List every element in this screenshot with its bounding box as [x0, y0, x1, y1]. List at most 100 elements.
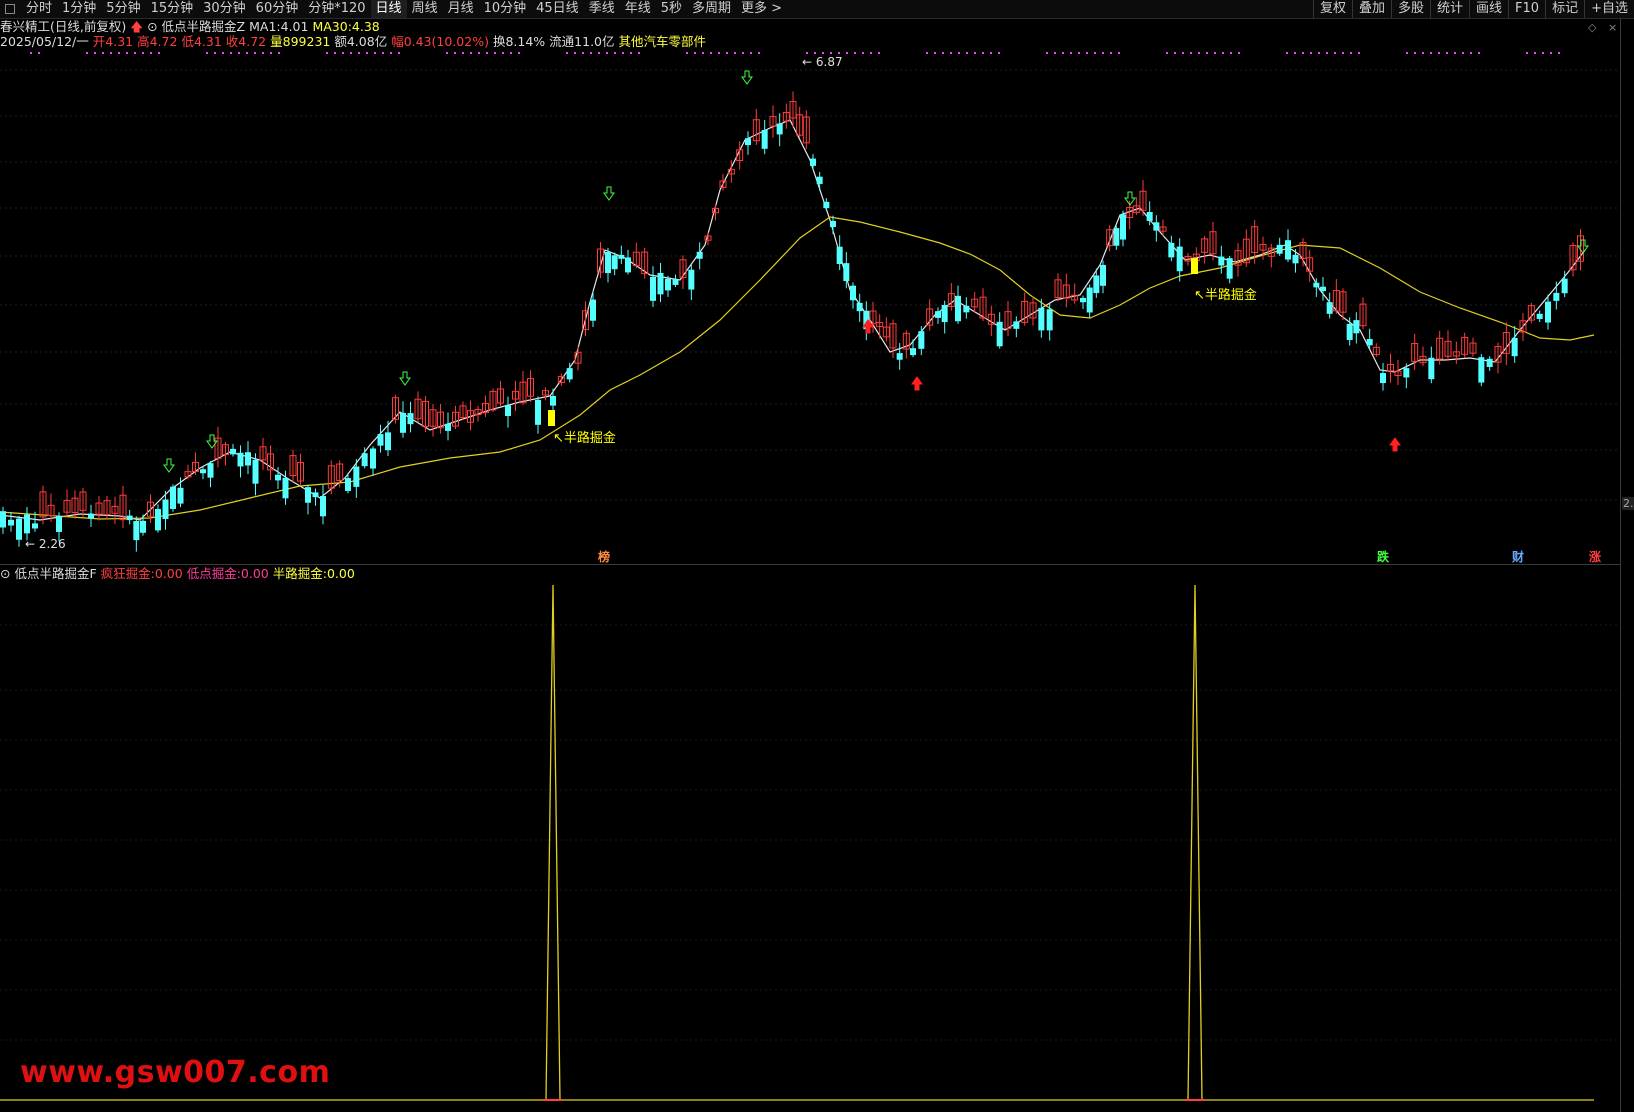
magenta-dot	[638, 52, 640, 54]
candle-down	[177, 487, 184, 504]
crazy-gold-label: 疯狂掘金:	[100, 566, 155, 581]
magenta-dot	[630, 52, 632, 54]
magenta-dot	[374, 52, 376, 54]
magenta-dot	[1462, 52, 1464, 54]
candle-down	[1276, 244, 1283, 254]
magenta-dot	[214, 52, 216, 54]
candle-down	[1285, 240, 1291, 260]
magenta-dot	[606, 52, 608, 54]
candle-down	[941, 305, 948, 323]
magenta-dot	[1238, 52, 1240, 54]
sell-arrow-icon	[741, 70, 753, 85]
magenta-dot	[686, 52, 688, 54]
magenta-dot	[1454, 52, 1456, 54]
candle-down	[8, 519, 14, 526]
magenta-dot	[254, 52, 256, 54]
candle-down	[252, 459, 259, 484]
magenta-dot	[1414, 52, 1416, 54]
magenta-dot	[110, 52, 112, 54]
sub-indicator-name[interactable]: 低点半路掘金F	[14, 566, 96, 581]
candle-down	[823, 201, 830, 209]
magenta-dot	[150, 52, 152, 54]
magenta-dot	[1294, 52, 1296, 54]
candle-down	[1545, 301, 1551, 323]
magenta-dot	[1230, 52, 1232, 54]
kline-chart[interactable]: ← 6.87 ← 2.26 ↖半路掘金 ↖半路掘金榜 跌 财 涨	[0, 0, 1634, 1112]
magenta-dot	[262, 52, 264, 54]
candle-down	[133, 521, 140, 541]
magenta-dot	[350, 52, 352, 54]
candle-down	[566, 368, 573, 380]
candle-down	[650, 276, 656, 301]
candle-down	[88, 513, 94, 519]
magenta-dot	[1182, 52, 1184, 54]
magenta-dot	[366, 52, 368, 54]
magenta-dot	[1438, 52, 1440, 54]
candle-down	[126, 515, 133, 521]
event-marker-1: 跌	[1377, 549, 1390, 564]
magenta-dot	[1478, 52, 1480, 54]
magenta-dot	[718, 52, 720, 54]
candle-down	[1046, 309, 1053, 331]
magenta-dot	[998, 52, 1000, 54]
candle-down	[550, 395, 556, 406]
magenta-dot	[1174, 52, 1176, 54]
magenta-dot	[1166, 52, 1168, 54]
magenta-dot	[1286, 52, 1288, 54]
candle-down	[935, 311, 941, 318]
candle-down	[830, 220, 836, 227]
candle-down	[696, 251, 703, 259]
candle-down	[843, 263, 850, 282]
magenta-dot	[814, 52, 816, 54]
magenta-dot	[878, 52, 880, 54]
candle-down	[320, 496, 326, 517]
candle-down	[1038, 307, 1045, 331]
candle-down	[590, 299, 596, 321]
candle-down	[611, 255, 618, 270]
magenta-dot	[30, 52, 32, 54]
candle-down	[996, 321, 1003, 347]
candle-down	[1313, 282, 1320, 288]
magenta-dot	[710, 52, 712, 54]
magenta-dot	[230, 52, 232, 54]
candle-down	[353, 466, 360, 487]
magenta-dot	[1302, 52, 1304, 54]
candle-down	[761, 129, 768, 149]
magenta-dot	[1422, 52, 1424, 54]
magenta-dot	[470, 52, 472, 54]
candle-down	[56, 515, 62, 532]
magenta-dot	[1206, 52, 1208, 54]
magenta-dot	[582, 52, 584, 54]
candle-down	[605, 251, 611, 274]
candle-down	[618, 254, 625, 259]
candle-down	[856, 302, 863, 312]
magenta-dot	[598, 52, 600, 54]
candle-down	[535, 399, 541, 425]
magenta-dot	[486, 52, 488, 54]
candle-down	[505, 405, 511, 417]
magenta-dot	[990, 52, 992, 54]
magenta-dot	[950, 52, 952, 54]
magenta-dot	[942, 52, 944, 54]
candle-down	[370, 448, 376, 469]
candle-down	[1226, 258, 1233, 279]
candle-down	[305, 487, 311, 503]
magenta-dot	[734, 52, 736, 54]
magenta-dot	[494, 52, 496, 54]
candle-down	[1326, 302, 1333, 314]
magenta-dot	[334, 52, 336, 54]
magenta-dot	[1078, 52, 1080, 54]
candle-down	[1366, 338, 1373, 346]
magenta-dot	[934, 52, 936, 54]
candle-down	[672, 278, 679, 285]
sell-arrow-icon	[603, 186, 615, 201]
low-price-label: ← 2.26	[25, 537, 66, 551]
magenta-dot	[982, 52, 984, 54]
candle-down	[207, 463, 214, 478]
candle-down	[1120, 214, 1126, 240]
sub-panel-toggle-icon[interactable]: ⊙	[0, 566, 10, 581]
candle-down	[445, 423, 451, 431]
right-axis-border	[1620, 18, 1621, 1112]
magenta-dot	[574, 52, 576, 54]
right-axis-tag: 2.5	[1622, 497, 1634, 510]
